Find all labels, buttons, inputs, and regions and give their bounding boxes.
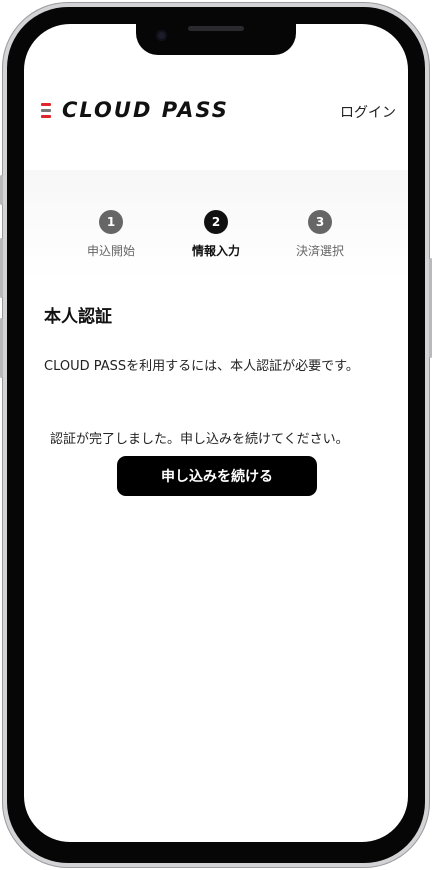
step-3-number: 3: [308, 210, 332, 234]
side-button-mute: [0, 175, 3, 205]
description-text: CLOUD PASSを利用するには、本人認証が必要です。: [44, 359, 359, 374]
logo-text: CLOUD PASS: [62, 98, 229, 122]
step-2: 2 情報入力: [171, 210, 261, 259]
step-2-number: 2: [204, 210, 228, 234]
logo[interactable]: CLOUD PASS: [40, 98, 229, 122]
step-2-label: 情報入力: [191, 244, 240, 258]
step-1: 1 申込開始: [66, 210, 156, 259]
step-3: 3 決済選択: [275, 210, 365, 259]
logo-mark-icon: [40, 100, 52, 120]
step-1-label: 申込開始: [86, 244, 135, 258]
notch: [136, 22, 296, 55]
step-1-number: 1: [99, 210, 123, 234]
progress-stepper: 1 申込開始 2 情報入力 3 決済選択: [24, 170, 408, 280]
page-title: 本人認証: [44, 307, 112, 327]
header: CLOUD PASS ログイン: [24, 86, 408, 136]
continue-button[interactable]: 申し込みを続ける: [117, 456, 317, 496]
side-button-volume-down: [0, 318, 3, 378]
speaker-grille: [188, 26, 244, 31]
status-message: 認証が完了しました。申し込みを続けてください。: [50, 432, 349, 447]
login-link[interactable]: ログイン: [340, 102, 396, 122]
front-camera-icon: [156, 30, 167, 41]
screen: CLOUD PASS ログイン 1 申込開始 2 情報入力 3 決済選択 本人認…: [24, 24, 408, 842]
side-button-volume-up: [0, 238, 3, 298]
step-3-label: 決済選択: [295, 244, 344, 258]
